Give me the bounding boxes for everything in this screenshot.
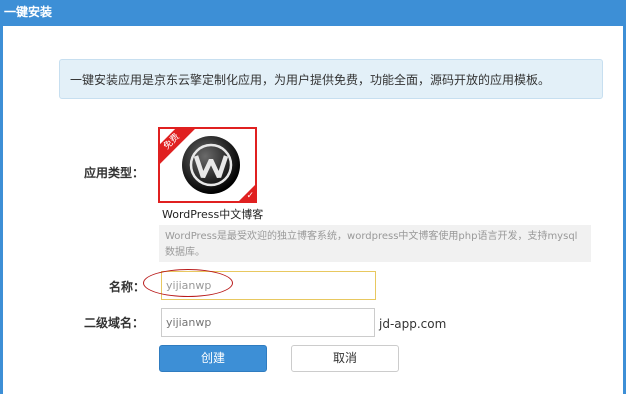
window-title: 一键安装 — [4, 5, 53, 19]
app-option-wordpress[interactable]: 免费 ✓ — [158, 127, 257, 203]
window-frame-left — [0, 26, 3, 394]
cancel-button[interactable]: 取消 — [291, 345, 399, 372]
name-input[interactable] — [161, 271, 376, 300]
wordpress-logo-icon — [182, 136, 240, 194]
app-name: WordPress中文博客 — [162, 208, 264, 221]
subdomain-input[interactable] — [161, 308, 375, 337]
domain-suffix: jd-app.com — [379, 317, 447, 331]
app-description: WordPress是最受欢迎的独立博客系统，wordpress中文博客使用php… — [159, 225, 591, 262]
app-type-label: 应用类型： — [84, 166, 145, 180]
info-notice: 一键安装应用是京东云擎定制化应用，为用户提供免费，功能全面，源码开放的应用模板。 — [59, 59, 603, 99]
window-titlebar: 一键安装 — [0, 0, 626, 26]
create-button[interactable]: 创建 — [159, 345, 267, 372]
subdomain-label: 二级域名： — [84, 316, 145, 330]
name-label: 名称： — [109, 280, 146, 294]
check-icon: ✓ — [246, 191, 254, 201]
